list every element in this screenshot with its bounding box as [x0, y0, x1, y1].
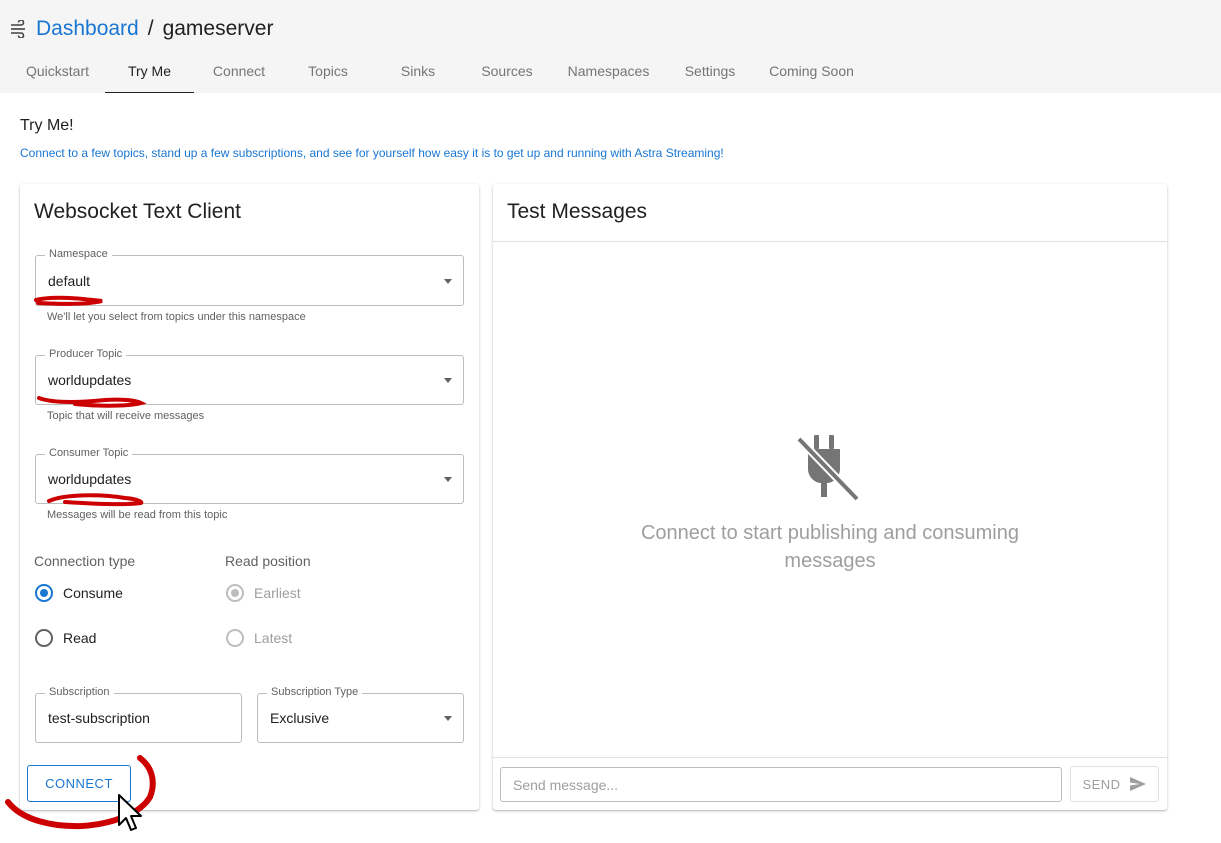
send-button[interactable]: SEND: [1070, 766, 1159, 802]
test-messages-title: Test Messages: [507, 200, 648, 223]
websocket-client-card: Websocket Text Client Namespace default …: [20, 184, 479, 810]
breadcrumb-current: gameserver: [162, 17, 274, 40]
consumer-topic-helper: Messages will be read from this topic: [47, 509, 228, 521]
namespace-select[interactable]: Namespace default: [35, 248, 464, 306]
read-position-label: Read position: [225, 553, 311, 569]
tab-coming-soon[interactable]: Coming Soon: [762, 52, 861, 93]
subscription-type-value: Exclusive: [270, 710, 330, 726]
page-title: Try Me!: [20, 117, 74, 134]
tab-sinks[interactable]: Sinks: [378, 52, 458, 93]
radio-earliest: Earliest: [226, 584, 301, 602]
radio-read-label: Read: [63, 630, 97, 646]
subscription-type-select[interactable]: Subscription Type Exclusive: [257, 686, 464, 743]
radio-read[interactable]: Read: [35, 629, 96, 647]
send-message-input[interactable]: [500, 767, 1062, 802]
radio-consume-label: Consume: [63, 585, 123, 601]
power-off-icon: [796, 435, 860, 502]
namespace-value: default: [48, 272, 91, 289]
breadcrumb-dashboard-link[interactable]: Dashboard: [36, 17, 139, 41]
chevron-down-icon: [444, 716, 452, 721]
send-message-field[interactable]: [501, 768, 1061, 801]
consumer-topic-select[interactable]: Consumer Topic worldupdates: [35, 447, 464, 504]
chevron-down-icon: [444, 378, 452, 383]
radio-unchecked-icon: [226, 629, 244, 647]
radio-earliest-label: Earliest: [254, 585, 301, 601]
namespace-helper: We'll let you select from topics under t…: [47, 311, 306, 323]
radio-checked-icon: [35, 584, 53, 602]
empty-state-text: Connect to start publishing and consumin…: [640, 522, 1019, 572]
send-icon: [1129, 777, 1146, 791]
divider: [493, 757, 1167, 758]
subscription-field[interactable]: Subscription test-subscription: [35, 686, 242, 743]
tab-topics[interactable]: Topics: [288, 52, 368, 93]
tab-sources[interactable]: Sources: [467, 52, 547, 93]
breadcrumb-separator: /: [147, 17, 154, 40]
test-messages-card: Test Messages Connect to start publishin…: [493, 184, 1167, 810]
top-bar: Dashboard / gameserver Quickstart Try Me…: [0, 0, 1221, 93]
producer-topic-select[interactable]: Producer Topic worldupdates: [35, 348, 464, 405]
chevron-down-icon: [444, 477, 452, 482]
breadcrumb: Dashboard / gameserver: [10, 14, 273, 44]
chevron-down-icon: [444, 278, 452, 284]
radio-latest: Latest: [226, 629, 292, 647]
divider: [493, 241, 1167, 242]
tab-try-me[interactable]: Try Me: [105, 52, 194, 93]
tab-quickstart[interactable]: Quickstart: [14, 52, 101, 93]
page-description: Connect to a few topics, stand up a few …: [20, 146, 724, 160]
websocket-client-title: Websocket Text Client: [34, 200, 241, 223]
consumer-topic-value: worldupdates: [48, 471, 132, 487]
producer-topic-helper: Topic that will receive messages: [47, 410, 205, 422]
tab-connect[interactable]: Connect: [199, 52, 279, 93]
connect-button[interactable]: CONNECT: [27, 765, 131, 802]
send-label: SEND: [1082, 776, 1121, 792]
producer-topic-value: worldupdates: [48, 372, 132, 388]
radio-consume[interactable]: Consume: [35, 584, 123, 602]
connection-type-label: Connection type: [34, 553, 136, 569]
tab-namespaces[interactable]: Namespaces: [560, 52, 657, 93]
streaming-wind-icon: [11, 20, 25, 38]
radio-unchecked-icon: [35, 629, 53, 647]
tab-settings[interactable]: Settings: [670, 52, 750, 93]
radio-checked-icon: [226, 584, 244, 602]
radio-latest-label: Latest: [254, 630, 293, 646]
subscription-value[interactable]: test-subscription: [48, 694, 150, 742]
